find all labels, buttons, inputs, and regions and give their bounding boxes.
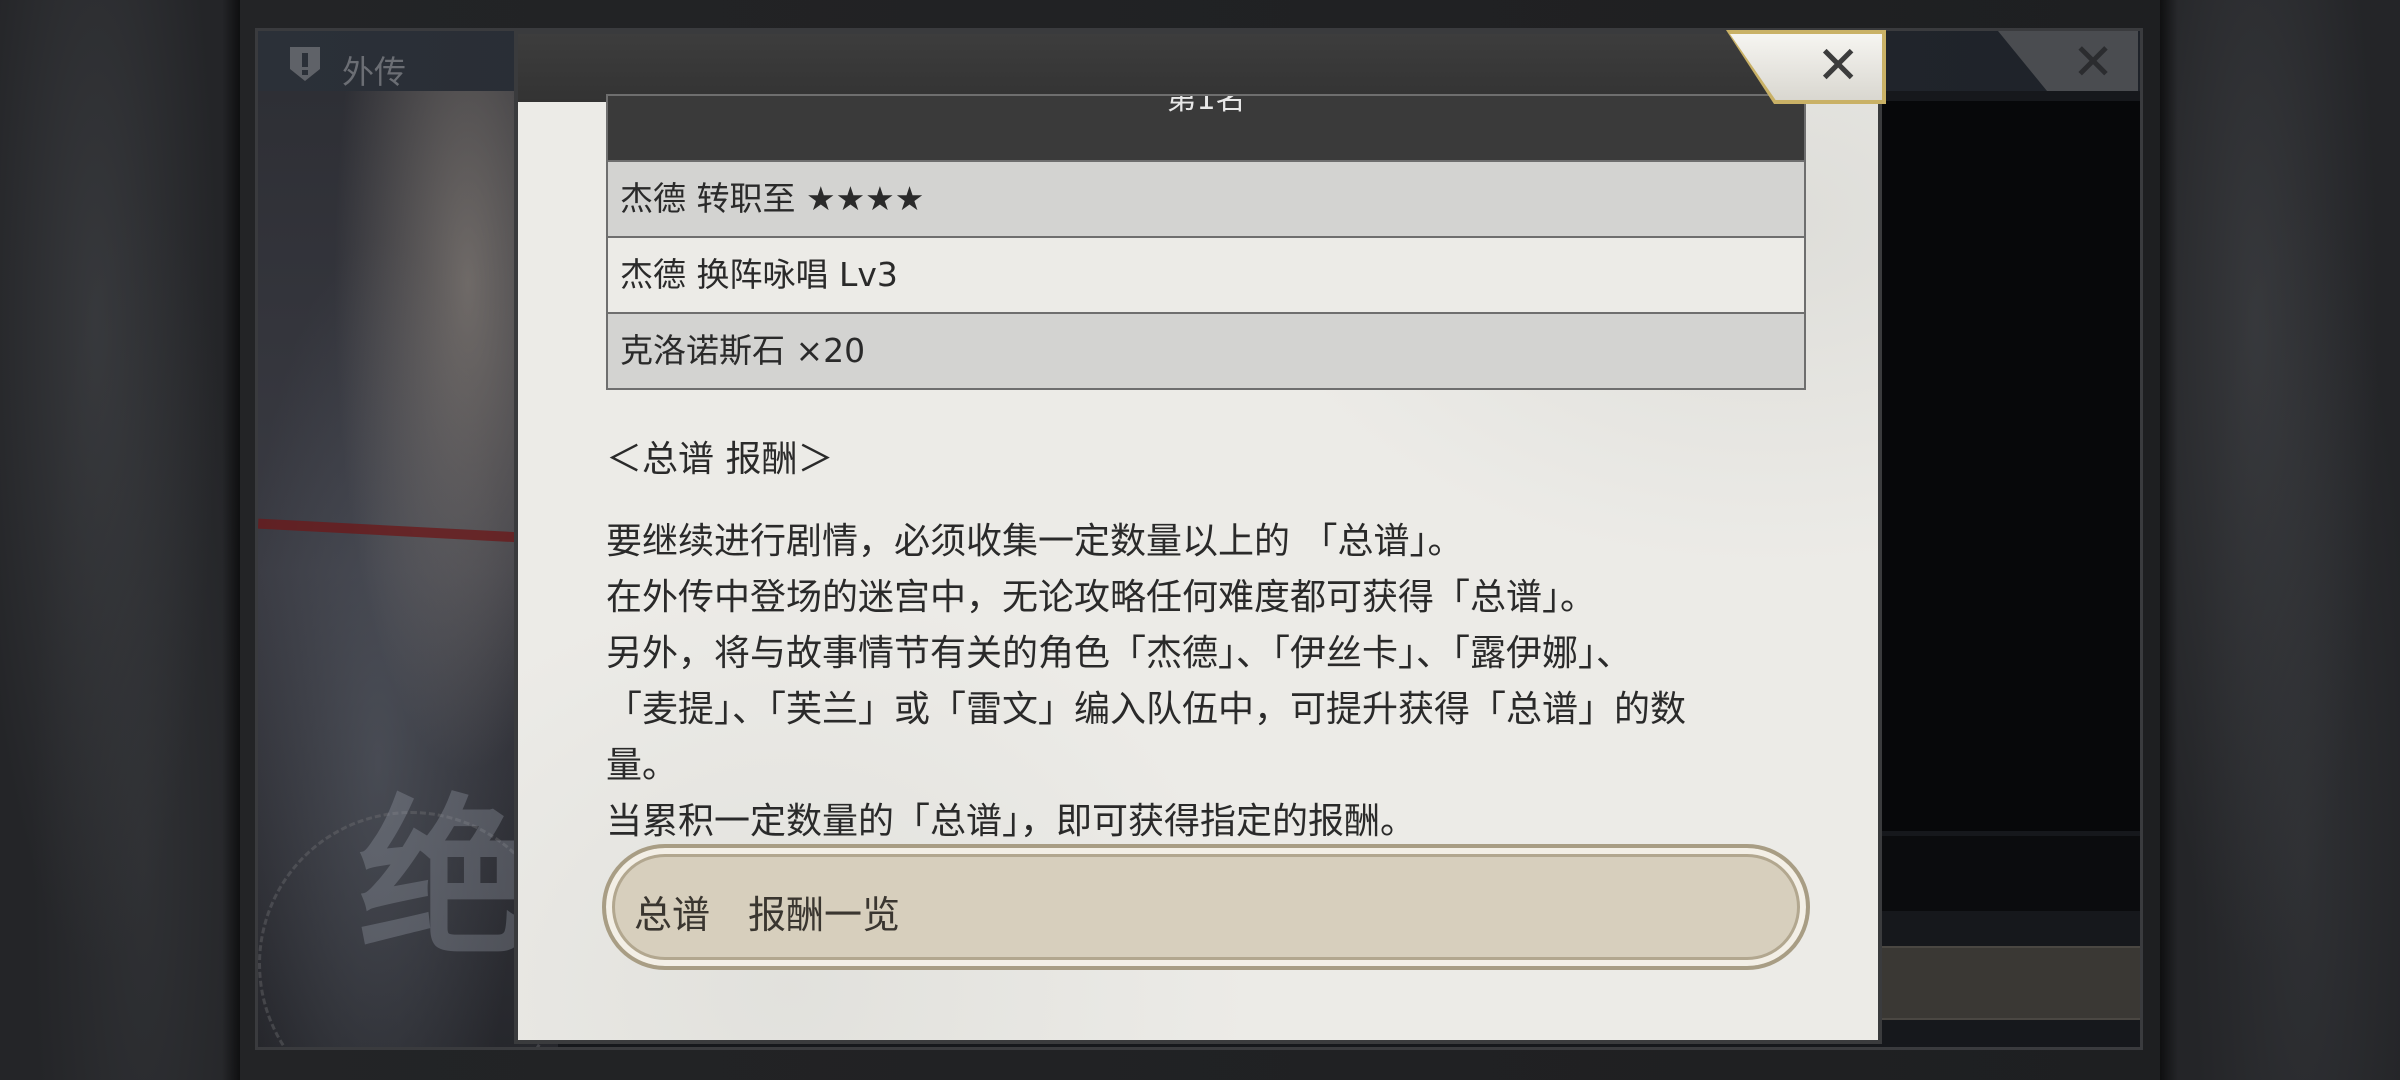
background-dark-panel: [1868, 101, 2140, 831]
close-icon: ✕: [2072, 33, 2114, 91]
score-count-box: 0: [1868, 836, 2140, 911]
description-line: 「麦提」、「芙兰」或「雷文」编入队伍中，可提升获得「总谱」的数: [606, 689, 1687, 730]
dialog-header: [518, 34, 1878, 102]
description-line: 当累积一定数量的「总谱」，即可获得指定的报酬。: [606, 801, 1417, 842]
side-story-tab-label: 外传: [342, 53, 407, 91]
table-row: 杰德 换阵咏唱 Lv3: [608, 236, 1804, 312]
description-line: 要继续进行剧情，必须收集一定数量以上的 「总谱」。: [606, 521, 1464, 562]
right-frame-panel: [2160, 0, 2400, 1080]
description-line: 量。: [606, 745, 679, 786]
section-title: ＜总谱 报酬＞: [606, 439, 834, 480]
close-icon: ✕: [1816, 36, 1860, 96]
table-header-label: 第1名: [1166, 96, 1246, 117]
score-reward-list-label: 总谱 报酬一览: [634, 893, 901, 937]
description-text: 要继续进行剧情，必须收集一定数量以上的 「总谱」。 在外传中登场的迷宫中，无论攻…: [606, 514, 1826, 850]
game-screen: 外传 绝 ✕ 0 奖励 第1名 杰德 转职至 ★★★★ 杰德 换阵咏唱 Lv3 …: [0, 0, 2400, 1080]
description-line: 在外传中登场的迷宫中，无论攻略任何难度都可获得「总谱」。: [606, 577, 1597, 618]
description-line: 另外，将与故事情节有关的角色「杰德」、「伊丝卡」、「露伊娜」、: [606, 633, 1633, 674]
story-title-art: 绝: [358, 779, 529, 979]
side-story-tab-icon: [288, 45, 322, 83]
table-header: 第1名: [608, 96, 1804, 160]
table-row: 克洛诺斯石 ×20: [608, 312, 1804, 388]
score-reward-list-button[interactable]: 总谱 报酬一览: [602, 844, 1810, 970]
rank-reward-table: 第1名 杰德 转职至 ★★★★ 杰德 换阵咏唱 Lv3 克洛诺斯石 ×20: [606, 94, 1806, 390]
score-reward-dialog: 第1名 杰德 转职至 ★★★★ 杰德 换阵咏唱 Lv3 克洛诺斯石 ×20 ＜总…: [514, 30, 1882, 1044]
table-row: 杰德 转职至 ★★★★: [608, 160, 1804, 236]
left-frame-panel: [0, 0, 240, 1080]
background-reward-button[interactable]: 奖励: [1868, 946, 2140, 1020]
